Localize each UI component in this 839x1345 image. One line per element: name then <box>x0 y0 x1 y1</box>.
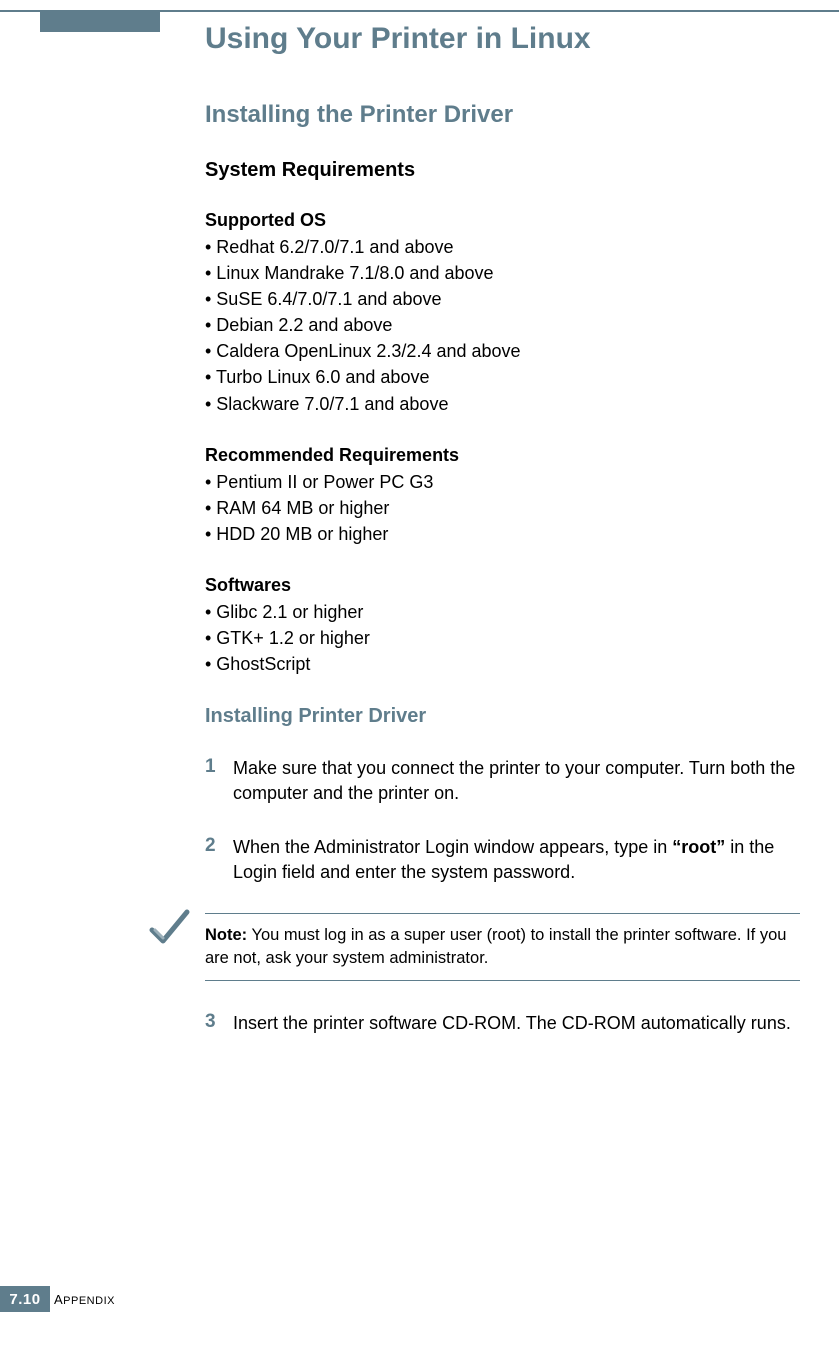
step-text-before: When the Administrator Login window appe… <box>233 837 672 857</box>
footer-label: APPENDIX <box>54 1292 115 1307</box>
softwares-list: • Glibc 2.1 or higher • GTK+ 1.2 or high… <box>205 599 800 677</box>
chapter-number: 7 <box>9 1291 18 1308</box>
list-item: • GhostScript <box>205 651 800 677</box>
list-item: • Redhat 6.2/7.0/7.1 and above <box>205 234 800 260</box>
installing-heading: Installing Printer Driver <box>205 705 800 728</box>
step-2: 2 When the Administrator Login window ap… <box>205 835 800 885</box>
list-item: • Caldera OpenLinux 2.3/2.4 and above <box>205 338 800 364</box>
main-content: Using Your Printer in Linux Installing t… <box>205 22 800 1064</box>
checkmark-icon <box>147 906 193 948</box>
note-text: You must log in as a super user (root) t… <box>205 926 786 967</box>
subsection-title: System Requirements <box>205 159 800 182</box>
recommended-list: • Pentium II or Power PC G3 • RAM 64 MB … <box>205 469 800 547</box>
list-item: • RAM 64 MB or higher <box>205 495 800 521</box>
step-text: Insert the printer software CD-ROM. The … <box>233 1011 791 1036</box>
step-number: 1 <box>205 756 233 806</box>
list-item: • Debian 2.2 and above <box>205 312 800 338</box>
note-block: Note: You must log in as a super user (r… <box>205 913 800 981</box>
list-item: • Slackware 7.0/7.1 and above <box>205 391 800 417</box>
list-item: • Pentium II or Power PC G3 <box>205 469 800 495</box>
list-item: • HDD 20 MB or higher <box>205 521 800 547</box>
supported-os-list: • Redhat 6.2/7.0/7.1 and above • Linux M… <box>205 234 800 417</box>
steps: 1 Make sure that you connect the printer… <box>205 756 800 1036</box>
step-number: 3 <box>205 1011 233 1036</box>
section-title: Installing the Printer Driver <box>205 101 800 129</box>
list-item: • Linux Mandrake 7.1/8.0 and above <box>205 260 800 286</box>
page-number: 10 <box>23 1291 41 1308</box>
softwares-heading: Softwares <box>205 575 800 596</box>
list-item: • Glibc 2.1 or higher <box>205 599 800 625</box>
list-item: • Turbo Linux 6.0 and above <box>205 364 800 390</box>
step-number: 2 <box>205 835 233 885</box>
list-item: • GTK+ 1.2 or higher <box>205 625 800 651</box>
page-title: Using Your Printer in Linux <box>205 22 800 56</box>
footer-label-suffix: PPENDIX <box>63 1295 115 1307</box>
step-text: When the Administrator Login window appe… <box>233 835 800 885</box>
supported-os-heading: Supported OS <box>205 210 800 231</box>
note-label: Note: <box>205 926 247 944</box>
page-number-badge: 7.10 <box>0 1286 50 1312</box>
top-tab <box>40 12 160 32</box>
step-text-bold: “root” <box>672 837 725 857</box>
list-item: • SuSE 6.4/7.0/7.1 and above <box>205 286 800 312</box>
step-text: Make sure that you connect the printer t… <box>233 756 800 806</box>
step-3: 3 Insert the printer software CD-ROM. Th… <box>205 1011 800 1036</box>
step-1: 1 Make sure that you connect the printer… <box>205 756 800 806</box>
recommended-heading: Recommended Requirements <box>205 445 800 466</box>
